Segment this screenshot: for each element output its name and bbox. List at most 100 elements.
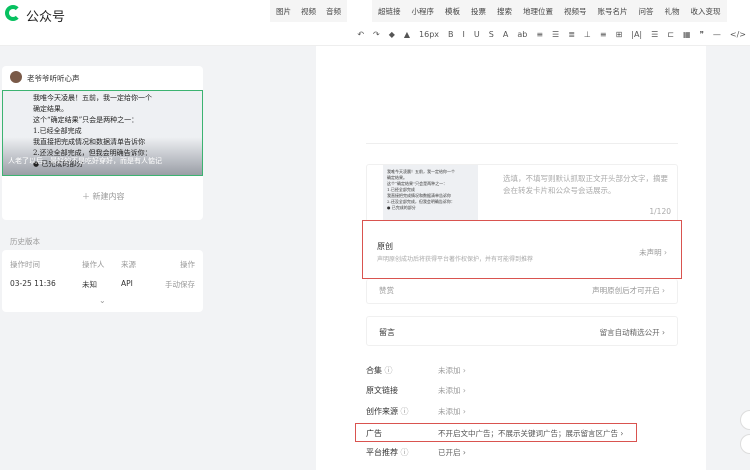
- plus-icon: ＋: [82, 192, 93, 201]
- format-tools: ↶ ↷ ◆ ▲ 16px B I U S A ab ≡ ☰ ≣ ⊥ ≡ ⊞ |A…: [357, 30, 746, 39]
- font-size-select[interactable]: 16px: [419, 30, 439, 39]
- menu-item[interactable]: 模板: [445, 6, 460, 17]
- setting-value: 未添加 ›: [438, 407, 466, 416]
- original-desc: 声明原创成功后将获得平台著作权保护，并有可能得到推荐: [377, 256, 534, 263]
- comment-value: 留言自动精选公开 ›: [599, 328, 665, 337]
- outdent-icon[interactable]: ⊏: [667, 30, 674, 39]
- summary-box: 我唯今天凌晨！五前，我一定给你一个 确定结果。 这个“确定结果”只会是两种之一：…: [366, 164, 678, 226]
- header-time: 操作时间: [10, 260, 40, 269]
- history-table: 操作时间 操作人 来源 操作 03-25 11:36 未知 API 手动保存 ⌄: [2, 250, 203, 312]
- setting-source[interactable]: 创作来源 ⓘ 未添加 ›: [366, 406, 466, 417]
- thumb-line: 确定结果。: [33, 105, 68, 113]
- thumb-line: 这个“确定结果”只会是两种之一：: [33, 116, 139, 124]
- letter-spacing-icon[interactable]: |A|: [631, 30, 642, 39]
- menu-audio[interactable]: 音频: [326, 6, 341, 17]
- summary-count: 1/120: [649, 207, 671, 216]
- setting-label: 合集: [366, 366, 382, 375]
- clear-format-icon[interactable]: ▲: [404, 30, 410, 39]
- cover-line: ● 已完成的部分: [387, 205, 416, 210]
- new-content-button[interactable]: ＋ 新建内容: [82, 191, 125, 202]
- margin-icon[interactable]: ⊞: [616, 30, 623, 39]
- chevron-down-icon[interactable]: ⌄: [99, 296, 106, 305]
- cover-image[interactable]: 我唯今天凌晨！五前，我一定给你一个 确定结果。 这个“确定结果”只会是两种之一：…: [383, 165, 478, 225]
- redo-icon[interactable]: ↷: [373, 30, 380, 39]
- header-source: 来源: [121, 260, 136, 269]
- menu-item[interactable]: 收入变现: [691, 6, 721, 17]
- new-content-label: 新建内容: [92, 192, 125, 201]
- setting-value: 未添加 ›: [438, 366, 466, 375]
- align-icon[interactable]: ≡: [536, 30, 543, 39]
- background-color-icon[interactable]: ab: [517, 30, 527, 39]
- insert-menu: 超链接 小程序 模板 投票 搜索 地理位置 视频号 账号名片 问答 礼物 收入变…: [372, 0, 727, 22]
- header-operator: 操作人: [82, 260, 105, 269]
- help-icon[interactable]: ⓘ: [401, 407, 409, 416]
- menu-item[interactable]: 账号名片: [598, 6, 628, 17]
- thumb-line: 我唯今天凌晨！五前，我一定给你一个: [33, 94, 152, 102]
- menu-item[interactable]: 问答: [639, 6, 654, 17]
- brand-name: 公众号: [26, 10, 66, 25]
- help-icon[interactable]: ⓘ: [401, 448, 409, 457]
- row-operator: 未知: [82, 280, 97, 289]
- bold-icon[interactable]: B: [448, 30, 454, 39]
- format-painter-icon[interactable]: ◆: [389, 30, 395, 39]
- table-icon[interactable]: ▦: [683, 30, 691, 39]
- setting-label: 广告: [366, 429, 382, 438]
- setting-ads[interactable]: 广告 不开启文中广告；不展示关键词广告；展示留言区广告 ›: [355, 423, 637, 442]
- paragraph-icon[interactable]: ≡: [600, 30, 607, 39]
- strikethrough-icon[interactable]: S: [489, 30, 494, 39]
- media-menu: 图片 视频 音频: [270, 0, 347, 22]
- avatar: [10, 71, 22, 83]
- setting-value: 不开启文中广告；不展示关键词广告；展示留言区广告 ›: [438, 429, 624, 438]
- row-source: API: [121, 279, 133, 288]
- italic-icon[interactable]: I: [463, 30, 465, 39]
- setting-value: 未添加 ›: [438, 386, 466, 395]
- setting-original-link[interactable]: 原文链接 未添加 ›: [366, 385, 466, 396]
- menu-item[interactable]: 超链接: [378, 6, 401, 17]
- menu-item[interactable]: 搜索: [497, 6, 512, 17]
- floating-button[interactable]: [740, 434, 750, 454]
- help-icon[interactable]: ⓘ: [385, 366, 393, 375]
- logo-icon: [5, 5, 21, 21]
- quote-icon[interactable]: ❞: [700, 30, 704, 39]
- menu-video[interactable]: 视频: [301, 6, 316, 17]
- history-title: 历史版本: [10, 237, 40, 246]
- reward-row[interactable]: 赞赏 声明原创后才可开启 ›: [366, 279, 678, 304]
- header-action: 操作: [180, 260, 195, 269]
- undo-icon[interactable]: ↶: [357, 30, 364, 39]
- setting-label: 创作来源: [366, 407, 398, 416]
- author-name: 老爷爷听听心声: [27, 74, 80, 83]
- setting-recommend[interactable]: 平台推荐 ⓘ 已开启 ›: [366, 447, 466, 458]
- thumb-line: 1.已经全部完成: [33, 127, 82, 135]
- line-height-icon[interactable]: ≣: [568, 30, 575, 39]
- setting-label: 原文链接: [366, 386, 398, 395]
- menu-item[interactable]: 礼物: [665, 6, 680, 17]
- setting-value: 已开启 ›: [438, 448, 466, 457]
- comment-row[interactable]: 留言 留言自动精选公开 ›: [366, 316, 678, 346]
- menu-item[interactable]: 投票: [471, 6, 486, 17]
- reward-value: 声明原创后才可开启 ›: [592, 286, 665, 295]
- setting-label: 平台推荐: [366, 448, 398, 457]
- menu-item[interactable]: 地理位置: [523, 6, 553, 17]
- menu-item[interactable]: 小程序: [412, 6, 435, 17]
- divider-icon[interactable]: —: [713, 30, 721, 39]
- article-caption: 人老了以后，最好的不是吃好穿好，而是有人惦记: [8, 157, 162, 165]
- floating-button[interactable]: [740, 410, 750, 430]
- menu-image[interactable]: 图片: [276, 6, 291, 17]
- thumb-line: 我直接把完成情况和数据清单告诉你: [33, 138, 145, 146]
- original-declaration-row[interactable]: 原创 声明原创成功后将获得平台著作权保护，并有可能得到推荐 未声明 ›: [362, 220, 682, 279]
- font-color-icon[interactable]: A: [503, 30, 508, 39]
- code-icon[interactable]: </>: [730, 30, 746, 39]
- menu-item[interactable]: 视频号: [564, 6, 587, 17]
- spacing-icon[interactable]: ⊥: [584, 30, 591, 39]
- original-value: 未声明 ›: [639, 248, 667, 257]
- row-time: 03-25 11:36: [10, 279, 56, 288]
- manual-save-link[interactable]: 手动保存: [165, 279, 195, 290]
- indent-icon[interactable]: ☰: [552, 30, 559, 39]
- top-bar: 公众号 图片 视频 音频 超链接 小程序 模板 投票 搜索 地理位置 视频号 账…: [0, 0, 750, 27]
- editor-panel: 我唯今天凌晨！五前，我一定给你一个 确定结果。 这个“确定结果”只会是两种之一：…: [316, 46, 706, 470]
- list-icon[interactable]: ☰: [651, 30, 658, 39]
- setting-collection[interactable]: 合集 ⓘ 未添加 ›: [366, 365, 466, 376]
- summary-input[interactable]: 选填，不填写则默认抓取正文开头部分文字，摘要会在转发卡片和公众号会话展示。: [503, 173, 673, 197]
- comment-title: 留言: [379, 328, 395, 337]
- underline-icon[interactable]: U: [474, 30, 480, 39]
